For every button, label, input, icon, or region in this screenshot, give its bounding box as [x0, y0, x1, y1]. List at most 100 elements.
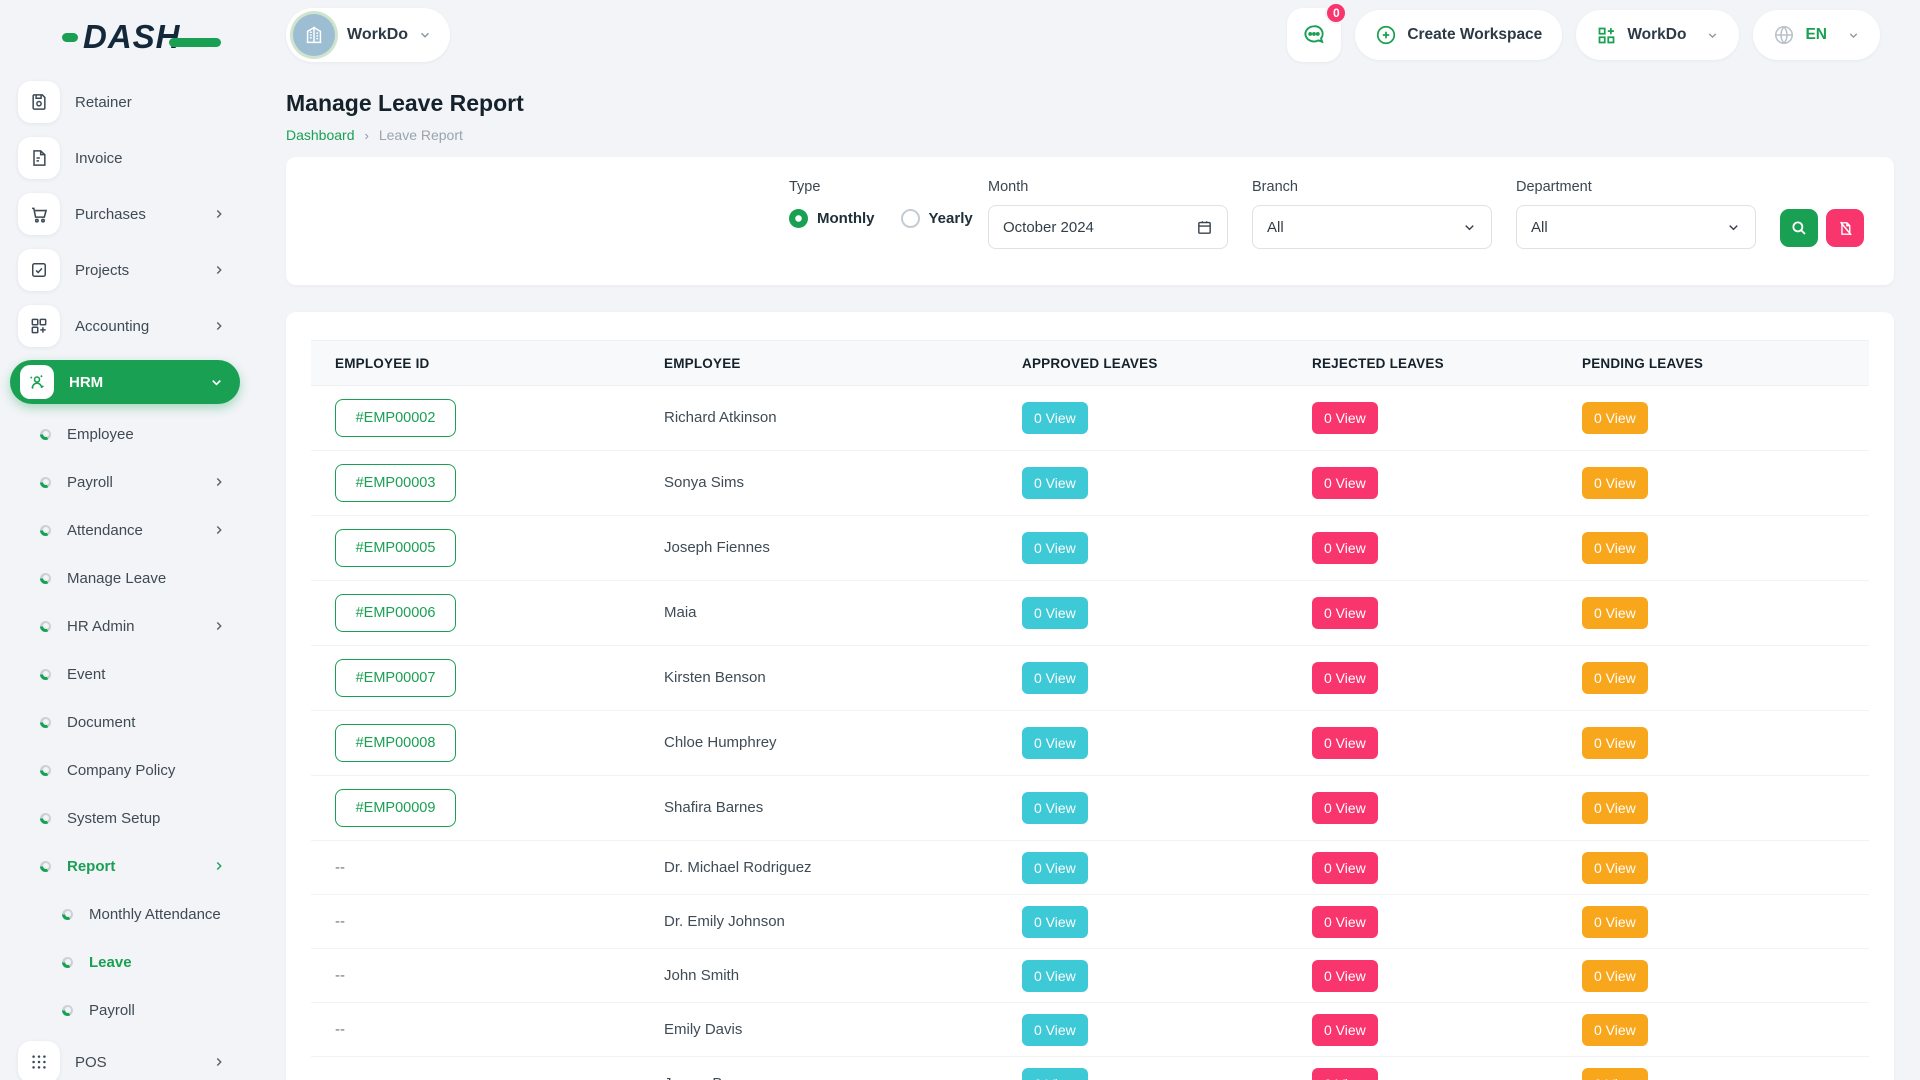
type-label: Type [789, 179, 964, 195]
sidebar-item-event[interactable]: Event [0, 650, 250, 698]
employee-name: Dr. Emily Johnson [664, 913, 785, 930]
search-button[interactable] [1780, 209, 1818, 247]
approved-leaves-view-badge[interactable]: 0 View [1022, 906, 1088, 938]
employee-id-button[interactable]: #EMP00005 [335, 529, 456, 567]
create-workspace-button[interactable]: Create Workspace [1355, 10, 1562, 60]
department-select[interactable]: All [1516, 205, 1756, 249]
rejected-leaves-view-badge[interactable]: 0 View [1312, 597, 1378, 629]
table-row: #EMP00006 Maia 0 View 0 View 0 View [311, 581, 1869, 646]
page-title: Manage Leave Report [286, 90, 1920, 117]
employee-id-button[interactable]: #EMP00007 [335, 659, 456, 697]
sidebar-item-leave[interactable]: Leave [0, 938, 250, 986]
search-icon [1790, 219, 1808, 237]
pos-grid-icon [18, 1041, 60, 1080]
approved-leaves-view-badge[interactable]: 0 View [1022, 662, 1088, 694]
month-date-input[interactable]: October 2024 [988, 205, 1228, 249]
sidebar-item-report[interactable]: Report [0, 842, 250, 890]
radio-yearly[interactable]: Yearly [901, 209, 973, 228]
sidebar-item-retainer[interactable]: Retainer [0, 74, 250, 130]
workspace-selector[interactable]: WorkDo [286, 8, 450, 62]
branch-select[interactable]: All [1252, 205, 1492, 249]
table-header-row: EMPLOYEE IDEMPLOYEEAPPROVED LEAVESREJECT… [311, 340, 1869, 386]
sidebar-item-hrm[interactable]: HRM [10, 360, 240, 404]
approved-leaves-view-badge[interactable]: 0 View [1022, 532, 1088, 564]
approved-leaves-view-badge[interactable]: 0 View [1022, 852, 1088, 884]
sidebar-item-payroll[interactable]: Payroll [0, 458, 250, 506]
language-selector[interactable]: EN [1753, 10, 1880, 60]
rejected-leaves-view-badge[interactable]: 0 View [1312, 662, 1378, 694]
employee-name: Maia [664, 604, 697, 621]
pending-leaves-view-badge[interactable]: 0 View [1582, 467, 1648, 499]
employee-id-button[interactable]: #EMP00002 [335, 399, 456, 437]
sidebar-item-purchases[interactable]: Purchases [0, 186, 250, 242]
pending-leaves-view-badge[interactable]: 0 View [1582, 597, 1648, 629]
month-filter-group: Month October 2024 [988, 179, 1228, 249]
leave-report-table-card: EMPLOYEE IDEMPLOYEEAPPROVED LEAVESREJECT… [286, 312, 1894, 1080]
employee-id-button[interactable]: #EMP00008 [335, 724, 456, 762]
radio-monthly[interactable]: Monthly [789, 209, 875, 228]
reset-filter-button[interactable] [1826, 209, 1864, 247]
pending-leaves-view-badge[interactable]: 0 View [1582, 906, 1648, 938]
sidebar-item-document[interactable]: Document [0, 698, 250, 746]
rejected-leaves-view-badge[interactable]: 0 View [1312, 402, 1378, 434]
pending-leaves-view-badge[interactable]: 0 View [1582, 402, 1648, 434]
pending-leaves-view-badge[interactable]: 0 View [1582, 532, 1648, 564]
rejected-leaves-view-badge[interactable]: 0 View [1312, 1014, 1378, 1046]
sidebar-item-monthly-attendance[interactable]: Monthly Attendance [0, 890, 250, 938]
messenger-button[interactable]: 0 [1287, 8, 1341, 62]
chevron-right-icon [212, 523, 226, 537]
retainer-icon [18, 81, 60, 123]
approved-leaves-view-badge[interactable]: 0 View [1022, 1068, 1088, 1080]
rejected-leaves-view-badge[interactable]: 0 View [1312, 727, 1378, 759]
approved-leaves-view-badge[interactable]: 0 View [1022, 597, 1088, 629]
sidebar-item-hr-admin[interactable]: HR Admin [0, 602, 250, 650]
workspace-switcher-button[interactable]: WorkDo [1576, 10, 1739, 60]
pending-leaves-view-badge[interactable]: 0 View [1582, 852, 1648, 884]
rejected-leaves-view-badge[interactable]: 0 View [1312, 467, 1378, 499]
approved-leaves-view-badge[interactable]: 0 View [1022, 960, 1088, 992]
pending-leaves-view-badge[interactable]: 0 View [1582, 727, 1648, 759]
employee-name: Emily Davis [664, 1021, 742, 1038]
pending-leaves-view-badge[interactable]: 0 View [1582, 1014, 1648, 1046]
rejected-leaves-view-badge[interactable]: 0 View [1312, 906, 1378, 938]
approved-leaves-view-badge[interactable]: 0 View [1022, 402, 1088, 434]
sidebar-item-payroll[interactable]: Payroll [0, 986, 250, 1034]
column-header-employee-id: EMPLOYEE ID [311, 356, 640, 371]
pending-leaves-view-badge[interactable]: 0 View [1582, 792, 1648, 824]
rejected-leaves-view-badge[interactable]: 0 View [1312, 1068, 1378, 1080]
employee-name: Sonya Sims [664, 474, 744, 491]
globe-icon [1773, 24, 1795, 46]
approved-leaves-view-badge[interactable]: 0 View [1022, 792, 1088, 824]
employee-name: Richard Atkinson [664, 409, 777, 426]
pending-leaves-view-badge[interactable]: 0 View [1582, 960, 1648, 992]
dash-logo[interactable]: DASH [62, 18, 221, 56]
sidebar-item-system-setup[interactable]: System Setup [0, 794, 250, 842]
sidebar-item-invoice[interactable]: Invoice [0, 130, 250, 186]
department-filter-group: Department All [1516, 179, 1756, 249]
table-body: #EMP00002 Richard Atkinson 0 View 0 View 0 V… [311, 386, 1869, 1080]
rejected-leaves-view-badge[interactable]: 0 View [1312, 532, 1378, 564]
sidebar-item-label: Employee [67, 426, 134, 443]
employee-name: Chloe Humphrey [664, 734, 777, 751]
rejected-leaves-view-badge[interactable]: 0 View [1312, 960, 1378, 992]
approved-leaves-view-badge[interactable]: 0 View [1022, 727, 1088, 759]
employee-id-button[interactable]: #EMP00009 [335, 789, 456, 827]
approved-leaves-view-badge[interactable]: 0 View [1022, 467, 1088, 499]
sidebar-item-employee[interactable]: Employee [0, 410, 250, 458]
table-row: #EMP00007Kirsten Benson0 View0 View0 Vie… [311, 646, 1869, 711]
pending-leaves-view-badge[interactable]: 0 View [1582, 1068, 1648, 1080]
rejected-leaves-view-badge[interactable]: 0 View [1312, 852, 1378, 884]
sidebar-item-pos[interactable]: POS [0, 1034, 250, 1080]
sidebar-item-manage-leave[interactable]: Manage Leave [0, 554, 250, 602]
chat-bubble-icon [1301, 22, 1327, 48]
breadcrumb-dashboard-link[interactable]: Dashboard [286, 127, 355, 143]
pending-leaves-view-badge[interactable]: 0 View [1582, 662, 1648, 694]
sidebar-item-accounting[interactable]: Accounting [0, 298, 250, 354]
sidebar-item-company-policy[interactable]: Company Policy [0, 746, 250, 794]
sidebar-item-projects[interactable]: Projects [0, 242, 250, 298]
employee-id-button[interactable]: #EMP00003 [335, 464, 456, 502]
rejected-leaves-view-badge[interactable]: 0 View [1312, 792, 1378, 824]
approved-leaves-view-badge[interactable]: 0 View [1022, 1014, 1088, 1046]
employee-id-button[interactable]: #EMP00006 [335, 594, 456, 632]
sidebar-item-attendance[interactable]: Attendance [0, 506, 250, 554]
